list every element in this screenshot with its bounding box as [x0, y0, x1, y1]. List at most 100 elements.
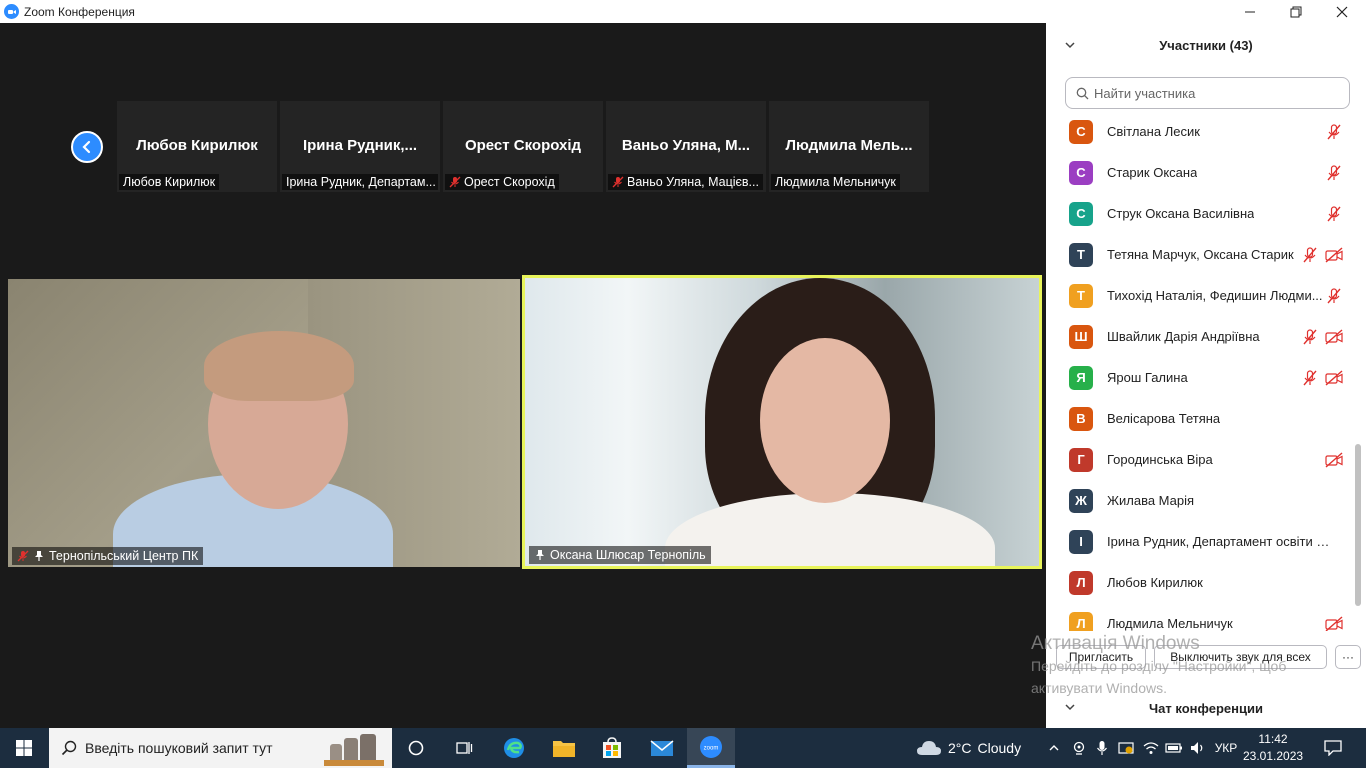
- participant-row[interactable]: Ж Жилава Марія: [1046, 480, 1356, 521]
- cortana-icon: [408, 740, 424, 756]
- close-button[interactable]: [1319, 0, 1365, 23]
- mail-icon: [650, 740, 674, 756]
- participants-scrollbar[interactable]: [1355, 444, 1361, 606]
- participant-search-input[interactable]: Найти участника: [1065, 77, 1350, 109]
- pin-icon: [35, 551, 43, 561]
- tray-network-button[interactable]: [1140, 728, 1162, 768]
- mic-muted-icon[interactable]: [1326, 123, 1342, 140]
- video-off-icon[interactable]: [1325, 615, 1343, 631]
- close-icon: [1336, 6, 1348, 17]
- tray-microphone-button[interactable]: [1092, 728, 1112, 768]
- participant-row[interactable]: С Світлана Лесик: [1046, 111, 1356, 152]
- active-speaker-video-tile[interactable]: Оксана Шлюсар Тернопіль: [522, 275, 1042, 569]
- participant-thumbnail[interactable]: Ваньо Уляна, М... Ваньо Уляна, Мацієв...: [606, 101, 766, 192]
- taskbar-clock[interactable]: 11:42 23.01.2023: [1243, 731, 1303, 765]
- edge-browser-button[interactable]: [490, 728, 538, 768]
- participants-panel: Участники (43) Найти участника С Світлана…: [1046, 23, 1366, 728]
- restore-icon: [1290, 6, 1302, 17]
- participant-avatar: С: [1069, 119, 1093, 144]
- video-off-icon[interactable]: [1325, 451, 1343, 468]
- participant-thumbnail[interactable]: Людмила Мель... Людмила Мельничук: [769, 101, 929, 192]
- tray-volume-button[interactable]: [1187, 728, 1209, 768]
- volume-icon: [1191, 742, 1203, 754]
- windows-activation-watermark: Активація Windows Перейдіть до розділу "…: [1031, 633, 1286, 699]
- video-tile[interactable]: Тернопільський Центр ПК: [8, 279, 520, 567]
- participant-avatar: Л: [1069, 611, 1093, 631]
- taskbar-search-box[interactable]: Введіть пошуковий запит тут: [49, 728, 392, 768]
- task-view-button[interactable]: [392, 728, 440, 768]
- folder-icon: [553, 741, 575, 757]
- pin-icon: [536, 550, 544, 560]
- video-caption-text: Оксана Шлюсар Тернопіль: [550, 548, 706, 562]
- mic-muted-icon[interactable]: [1302, 246, 1318, 263]
- weather-widget[interactable]: 2°C Cloudy: [916, 728, 1021, 768]
- minimize-button[interactable]: [1227, 0, 1273, 23]
- mic-muted-icon[interactable]: [1326, 164, 1342, 181]
- thumbnail-caption: Ірина Рудник, Департам...: [282, 174, 438, 190]
- search-placeholder: Найти участника: [1094, 85, 1196, 101]
- watermark-line: Перейдіть до розділу "Настройки", щоб: [1031, 658, 1287, 674]
- thumbnail-display-name: Орест Скорохід: [464, 137, 582, 154]
- participant-row[interactable]: Т Тетяна Марчук, Оксана Старик: [1046, 234, 1356, 275]
- video-caption: Тернопільський Центр ПК: [12, 547, 204, 565]
- file-explorer-button[interactable]: [540, 728, 588, 768]
- store-button[interactable]: [588, 728, 636, 768]
- participant-row[interactable]: Ш Швайлик Дарія Андріївна: [1046, 316, 1356, 357]
- participant-name: Світлана Лесик: [1107, 124, 1200, 139]
- tray-battery-button[interactable]: [1163, 728, 1185, 768]
- start-button[interactable]: [0, 728, 48, 768]
- participant-row[interactable]: С Старик Оксана: [1046, 152, 1356, 193]
- video-off-icon[interactable]: [1325, 369, 1343, 386]
- mic-muted-icon[interactable]: [1302, 328, 1318, 345]
- participant-thumbnail[interactable]: Ірина Рудник,... Ірина Рудник, Департам.…: [280, 101, 440, 192]
- participant-row[interactable]: Я Ярош Галина: [1046, 357, 1356, 398]
- search-icon: [1076, 87, 1089, 99]
- thumbnail-caption-text: Орест Скорохід: [464, 175, 555, 189]
- svg-text:zoom: zoom: [704, 745, 719, 751]
- restore-button[interactable]: [1273, 0, 1319, 23]
- participant-row[interactable]: Л Людмила Мельничук: [1046, 603, 1356, 631]
- video-caption-text: Тернопільський Центр ПК: [49, 549, 199, 563]
- zoom-taskbar-button[interactable]: zoom: [687, 728, 735, 768]
- chevron-down-icon[interactable]: [1064, 39, 1076, 51]
- store-icon: [603, 737, 621, 758]
- more-options-button[interactable]: ···: [1335, 645, 1361, 669]
- mic-muted-icon[interactable]: [1326, 205, 1342, 222]
- show-hidden-icons-button[interactable]: [1044, 728, 1064, 768]
- participant-row[interactable]: Г Городинська Віра: [1046, 439, 1356, 480]
- tray-security-button[interactable]: [1115, 728, 1137, 768]
- moai-heads-icon: [324, 734, 384, 766]
- participant-avatar: С: [1069, 160, 1093, 185]
- participant-row[interactable]: В Велісарова Тетяна: [1046, 398, 1356, 439]
- participant-name: Жилава Марія: [1107, 493, 1195, 508]
- mail-button[interactable]: [638, 728, 686, 768]
- video-caption: Оксана Шлюсар Тернопіль: [529, 546, 711, 564]
- person-shoulders: [665, 493, 995, 566]
- participant-row[interactable]: І Ірина Рудник, Департамент освіти і на..…: [1046, 521, 1356, 562]
- mic-muted-icon: [612, 176, 624, 188]
- video-off-icon[interactable]: [1325, 328, 1343, 345]
- video-off-icon[interactable]: [1325, 246, 1343, 263]
- participant-name: Тетяна Марчук, Оксана Старик: [1107, 247, 1294, 262]
- taskbar: Введіть пошуковий запит тут zoom 2°C Clo…: [0, 728, 1366, 768]
- zoom-icon: zoom: [700, 735, 722, 758]
- tray-camera-button[interactable]: [1068, 728, 1090, 768]
- mic-muted-icon[interactable]: [1302, 369, 1318, 386]
- task-view-button[interactable]: [440, 728, 488, 768]
- thumbnail-caption-text: Людмила Мельничук: [775, 175, 896, 189]
- participant-row[interactable]: Т Тихохід Наталія, Федишин Людми...: [1046, 275, 1356, 316]
- participant-thumbnail[interactable]: Любов Кирилюк Любов Кирилюк: [117, 101, 277, 192]
- participant-row[interactable]: С Струк Оксана Василівна: [1046, 193, 1356, 234]
- participant-name: Швайлик Дарія Андріївна: [1107, 329, 1260, 344]
- previous-page-button[interactable]: [71, 131, 103, 163]
- participant-row[interactable]: Л Любов Кирилюк: [1046, 562, 1356, 603]
- notification-icon: [1324, 740, 1342, 756]
- participant-thumbnail[interactable]: Орест Скорохід Орест Скорохід: [443, 101, 603, 192]
- battery-icon: [1165, 743, 1182, 753]
- input-language-button[interactable]: УКР: [1212, 728, 1240, 768]
- notifications-button[interactable]: [1318, 728, 1348, 768]
- window-title: Zoom Конференция: [24, 4, 135, 19]
- watermark-title: Активація Windows: [1031, 633, 1200, 654]
- mic-muted-icon[interactable]: [1326, 287, 1342, 304]
- chat-title: Чат конференции: [1149, 700, 1263, 716]
